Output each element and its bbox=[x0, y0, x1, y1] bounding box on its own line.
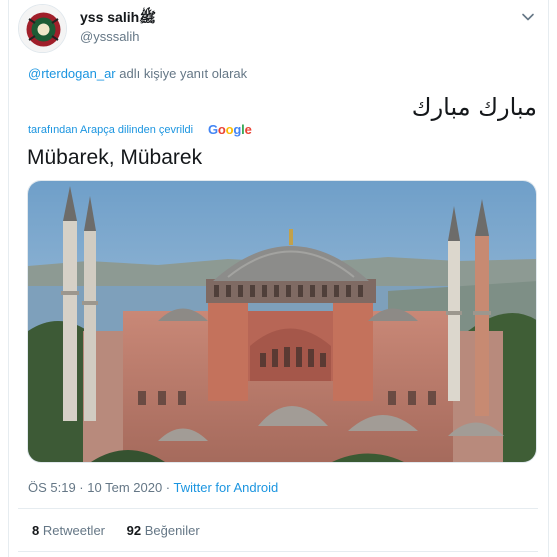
meta-separator: · bbox=[162, 480, 174, 495]
likes-stat[interactable]: 92 Beğeniler bbox=[127, 523, 200, 538]
tweet-meta: ÖS 5:19 · 10 Tem 2020 · Twitter for Andr… bbox=[28, 480, 278, 495]
divider bbox=[18, 551, 538, 552]
reply-context-text: adlı kişiye yanıt olarak bbox=[115, 66, 248, 81]
divider bbox=[18, 508, 538, 509]
tweet-source-link[interactable]: Twitter for Android bbox=[174, 480, 279, 495]
reply-context: @rterdogan_ar adlı kişiye yanıt olarak bbox=[28, 66, 247, 81]
display-name[interactable]: yss salihﷺ bbox=[80, 9, 156, 29]
retweets-count: 8 bbox=[32, 523, 40, 538]
likes-count: 92 bbox=[126, 523, 142, 538]
avatar-image bbox=[19, 5, 66, 52]
avatar[interactable] bbox=[18, 4, 67, 53]
retweets-label: Retweetler bbox=[42, 523, 105, 538]
likes-label: Beğeniler bbox=[144, 523, 200, 538]
tweet-stats: 8 Retweetler 92 Beğeniler bbox=[32, 523, 218, 538]
user-handle[interactable]: @ysssalih bbox=[80, 29, 139, 44]
tweet-photo[interactable] bbox=[27, 180, 537, 463]
retweets-stat[interactable]: 8 Retweetler bbox=[32, 523, 105, 538]
chevron-down-icon[interactable] bbox=[520, 9, 536, 25]
tweet-time[interactable]: ÖS 5:19 · 10 Tem 2020 bbox=[28, 480, 162, 495]
google-logo: Google bbox=[208, 122, 252, 137]
tweet-text: مبارك مبارك bbox=[411, 93, 537, 121]
tweet-translation: Mübarek, Mübarek bbox=[27, 146, 203, 169]
reply-mention-link[interactable]: @rterdogan_ar bbox=[28, 66, 116, 81]
hagia-sophia-image bbox=[28, 181, 536, 462]
translated-by-label[interactable]: tarafından Arapça dilinden çevrildi bbox=[28, 124, 193, 136]
